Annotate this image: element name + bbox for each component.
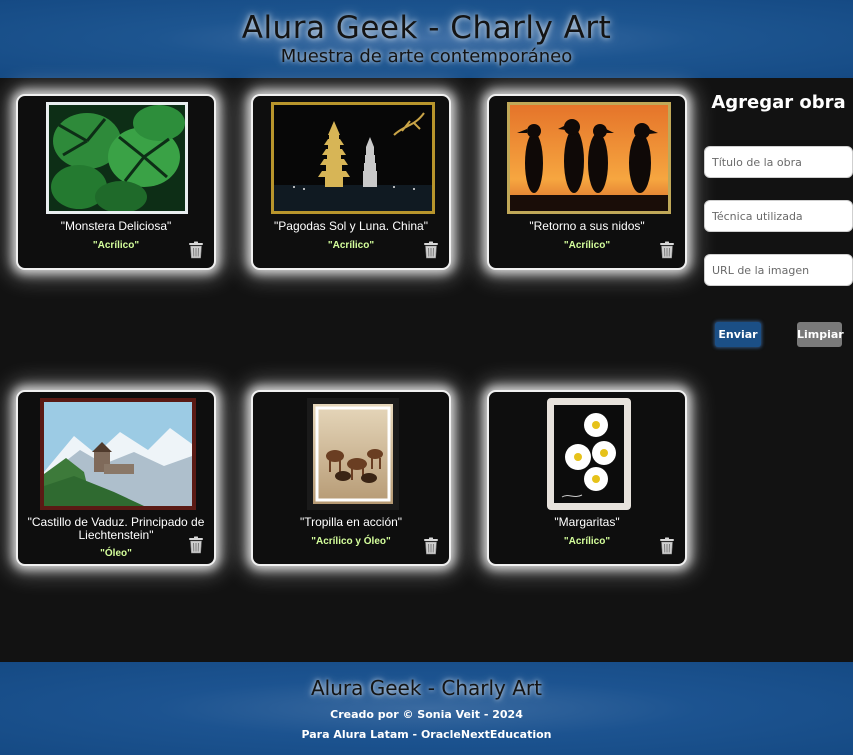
artwork-card: "Tropilla en acción" "Acrílico y Óleo" <box>251 390 451 566</box>
horses-painting <box>307 398 399 510</box>
artwork-card: "Monstera Deliciosa" "Acrílico" <box>16 94 216 270</box>
artwork-card: "Margaritas" "Acrílico" <box>487 390 687 566</box>
penguins-painting <box>507 102 671 214</box>
footer-program: Para Alura Latam - OracleNextEducation <box>301 728 552 741</box>
artwork-technique: "Acrílico" <box>327 240 375 251</box>
clear-button[interactable]: Limpiar <box>797 322 844 347</box>
trash-icon[interactable] <box>659 241 675 259</box>
artwork-title: "Margaritas" <box>554 515 620 529</box>
send-button[interactable]: Enviar <box>715 322 761 347</box>
artwork-title: "Retorno a sus nidos" <box>529 219 645 233</box>
trash-icon[interactable] <box>188 536 204 554</box>
trash-icon[interactable] <box>423 241 439 259</box>
artwork-card: "Pagodas Sol y Luna. China" "Acrílico" <box>251 94 451 270</box>
page-header: Alura Geek - Charly Art Muestra de arte … <box>0 0 853 78</box>
artwork-gallery: "Monstera Deliciosa" "Acrílico" "Pagodas… <box>0 78 705 662</box>
artwork-title-input[interactable] <box>704 146 853 178</box>
daisies-painting <box>547 398 631 510</box>
trash-icon[interactable] <box>423 537 439 555</box>
monstera-painting <box>46 102 188 214</box>
trash-icon[interactable] <box>188 241 204 259</box>
footer-title: Alura Geek - Charly Art <box>311 676 542 700</box>
castle-painting <box>40 398 196 510</box>
page-subtitle: Muestra de arte contemporáneo <box>280 46 573 67</box>
artwork-technique-input[interactable] <box>704 200 853 232</box>
artwork-card: "Castillo de Vaduz. Principado de Liecht… <box>16 390 216 566</box>
artwork-technique: "Óleo" <box>100 548 132 559</box>
trash-icon[interactable] <box>659 537 675 555</box>
artwork-title: "Pagodas Sol y Luna. China" <box>274 219 428 233</box>
artwork-title: "Castillo de Vaduz. Principado de Liecht… <box>27 515 205 542</box>
artwork-technique: "Acrílico" <box>563 536 611 547</box>
form-title: Agregar obra <box>711 92 846 113</box>
artwork-title: "Tropilla en acción" <box>299 515 403 529</box>
artwork-technique: "Acrílico" <box>92 240 140 251</box>
artwork-technique: "Acrílico y Óleo" <box>311 536 391 547</box>
page-title: Alura Geek - Charly Art <box>241 10 612 46</box>
artwork-technique: "Acrílico" <box>563 240 611 251</box>
artwork-card: "Retorno a sus nidos" "Acrílico" <box>487 94 687 270</box>
footer-credit: Creado por © Sonia Veit - 2024 <box>330 708 523 721</box>
artwork-title: "Monstera Deliciosa" <box>60 219 172 233</box>
page-footer: Alura Geek - Charly Art Creado por © Son… <box>0 662 853 755</box>
artwork-image-url-input[interactable] <box>704 254 853 286</box>
pagodas-painting <box>271 102 435 214</box>
